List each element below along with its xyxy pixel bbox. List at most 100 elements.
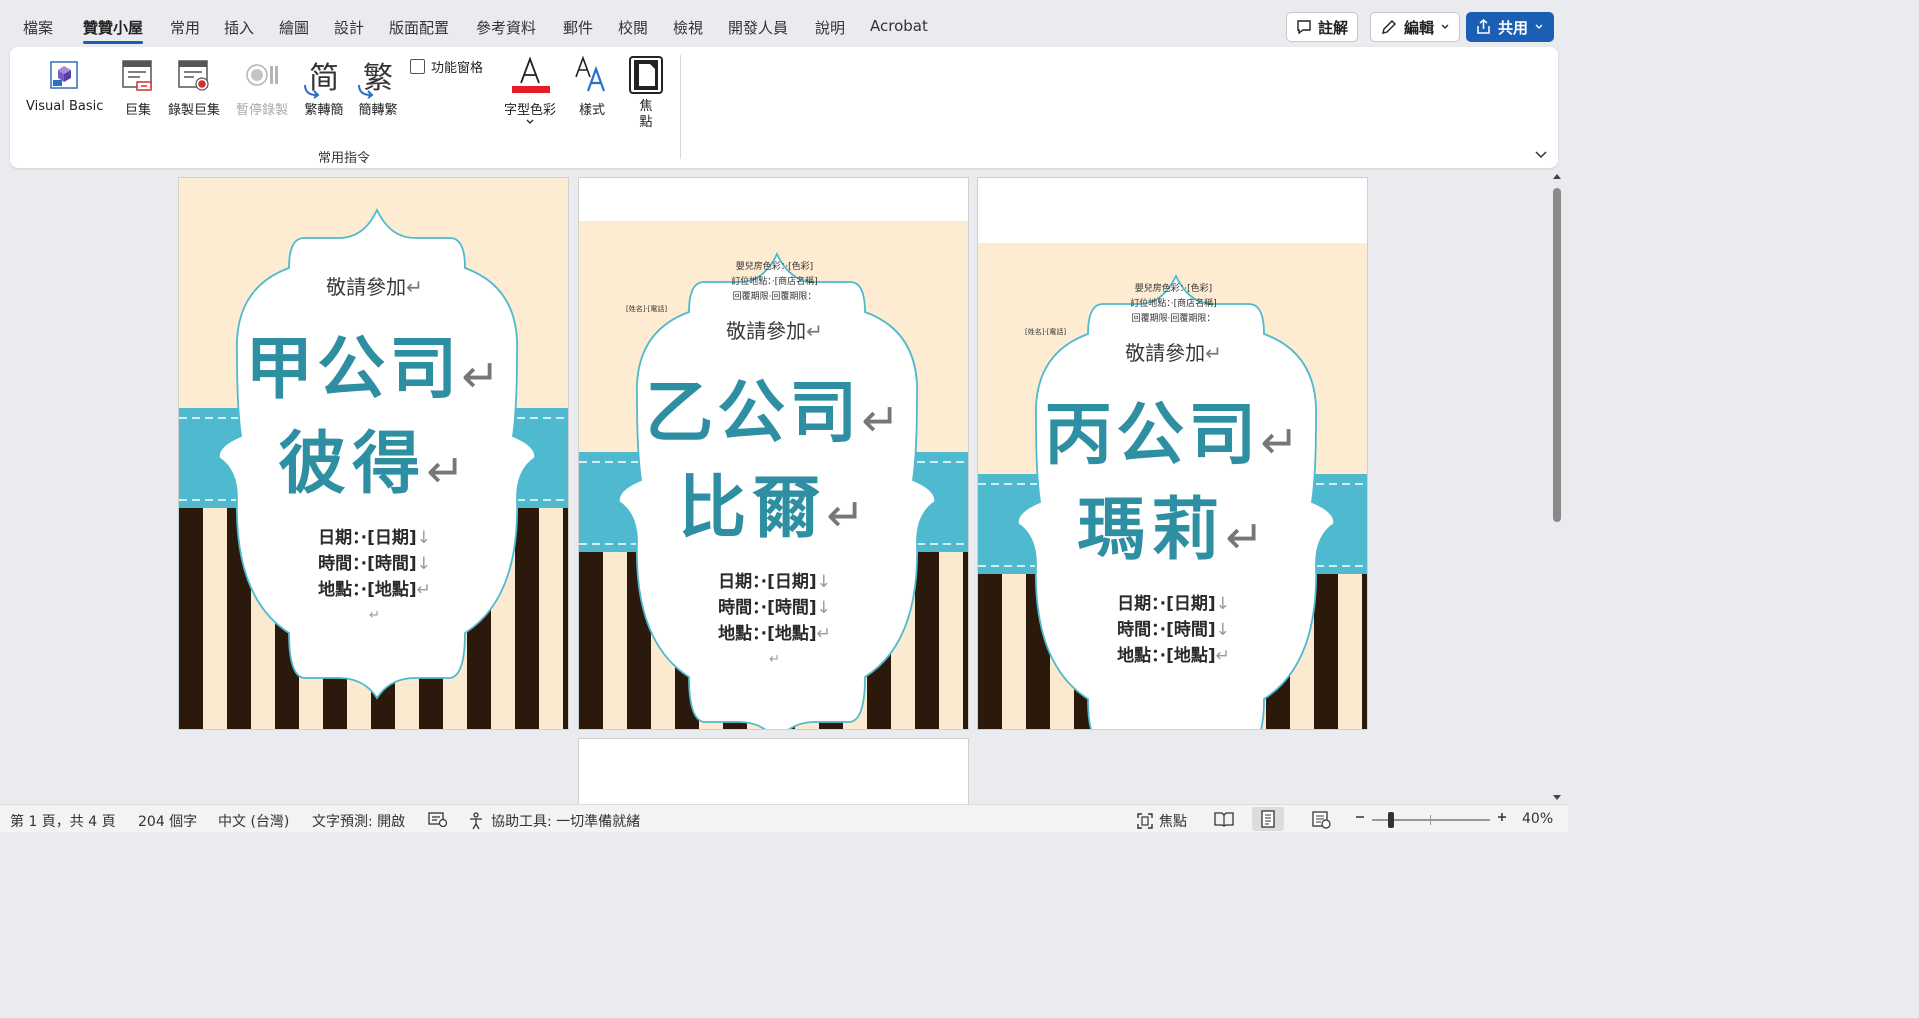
invite-text: 敬請參加↵	[579, 315, 968, 344]
ribbon-group-label: 常用指令	[318, 151, 371, 166]
chevron-down-icon	[1441, 24, 1449, 29]
accessibility-label: 協助工具: 一切準備就緒	[491, 814, 641, 830]
place-line: 地點：·[地點]↵	[978, 643, 1367, 669]
feature-pane-checkbox[interactable]: 功能窗格	[410, 57, 483, 76]
focus-icon	[626, 55, 666, 95]
tab-insert[interactable]: 插入	[224, 17, 254, 38]
status-language[interactable]: 中文 (台灣)	[218, 811, 289, 831]
line-break-mark: ↓	[1215, 594, 1230, 614]
small-info-block: 嬰兒房色彩：·[色彩] 訂位地點：·[商店名稱] 回覆期限·回覆期限：	[579, 260, 968, 305]
macros-label: 巨集	[124, 103, 151, 118]
guest-name: 瑪莉↵	[978, 474, 1367, 573]
trad-to-simp-label: 繁轉簡	[304, 103, 344, 118]
share-label: 共用	[1498, 18, 1529, 37]
document-page-1[interactable]: 敬請參加↵ 甲公司↵ 彼得↵ 日期：·[日期]↓ 時間：·[時間]↓ 地點：·[…	[178, 177, 569, 730]
place-text: 地點：·[地點]	[718, 624, 817, 644]
record-macro-button[interactable]: 錄製巨集	[168, 55, 220, 118]
date-text: 日期：·[日期]	[318, 528, 417, 548]
company-label: 乙公司	[645, 374, 862, 453]
status-text-prediction[interactable]: 文字預測: 開啟	[312, 811, 405, 831]
ribbon-panel: Visual Basic 巨集 錄製巨集 暫停錄製 简 繁轉簡 繁 簡轉繁 功能…	[10, 47, 1558, 168]
pause-recording-icon	[242, 55, 282, 95]
feature-pane-label: 功能窗格	[431, 61, 484, 76]
zoom-out-icon[interactable]	[1354, 811, 1366, 823]
return-mark: ↵	[806, 319, 823, 343]
side-label: [姓名]·[電話]	[626, 305, 668, 313]
ribbon-separator	[680, 55, 681, 159]
focus-mode-icon	[1137, 813, 1153, 829]
checkbox-box[interactable]	[410, 59, 425, 74]
focus-label-line2: 點	[639, 115, 653, 130]
status-word-count[interactable]: 204 個字	[138, 811, 197, 831]
tab-layout[interactable]: 版面配置	[389, 17, 449, 38]
status-page-count[interactable]: 第 1 頁，共 4 頁	[10, 811, 116, 831]
time-line: 時間：·[時間]↓	[179, 551, 568, 577]
vertical-scrollbar[interactable]	[1550, 172, 1564, 802]
comment-icon	[1297, 20, 1311, 35]
font-color-button[interactable]: 字型色彩	[504, 55, 556, 126]
return-mark: ↵	[1225, 510, 1270, 564]
read-mode-icon[interactable]	[1214, 811, 1234, 827]
return-mark: ↵	[816, 624, 831, 644]
return-mark: ↵	[1205, 341, 1222, 365]
styles-button[interactable]: 樣式	[572, 55, 612, 118]
focus-label-line1: 焦	[639, 99, 653, 114]
event-details: 日期：·[日期]↓ 時間：·[時間]↓ 地點：·[地點]↵ ↵	[179, 525, 568, 629]
tab-acrobat[interactable]: Acrobat	[870, 17, 928, 35]
status-focus-button[interactable]: 焦點	[1136, 811, 1187, 831]
tab-developer[interactable]: 開發人員	[728, 17, 788, 38]
event-details: 日期：·[日期]↓ 時間：·[時間]↓ 地點：·[地點]↵ ↵	[579, 569, 968, 673]
share-button[interactable]: 共用	[1466, 12, 1555, 42]
zoom-slider-midmark	[1430, 815, 1431, 825]
return-mark: ↵	[426, 444, 471, 498]
return-mark: ↵	[861, 393, 904, 447]
tab-file[interactable]: 檔案	[23, 17, 53, 38]
tab-zanzan[interactable]: 贊贊小屋	[83, 17, 144, 44]
simp-to-trad-label: 簡轉繁	[358, 103, 398, 118]
place-line: 地點：·[地點]↵	[179, 577, 568, 603]
document-page-4[interactable]	[578, 738, 969, 804]
zoom-in-icon[interactable]	[1496, 811, 1508, 823]
small-info-line-3: 回覆期限·回覆期限：	[732, 292, 817, 302]
scroll-down-icon[interactable]	[1552, 792, 1562, 802]
zoom-slider-thumb[interactable]	[1388, 812, 1395, 828]
tab-mailings[interactable]: 郵件	[563, 17, 593, 38]
status-accessibility[interactable]: 協助工具: 一切準備就緒	[468, 811, 640, 831]
chevron-down-icon	[1535, 24, 1543, 29]
guest-name: 比爾↵	[579, 452, 968, 551]
tab-draw[interactable]: 繪圖	[279, 17, 309, 38]
macro-record-status-icon[interactable]	[428, 811, 448, 827]
scroll-up-icon[interactable]	[1552, 172, 1562, 182]
styles-label: 樣式	[578, 103, 605, 118]
comments-label: 註解	[1318, 18, 1349, 37]
tab-review[interactable]: 校閱	[618, 17, 648, 38]
comments-button[interactable]: 註解	[1286, 12, 1359, 42]
ribbon-expand-icon[interactable]	[1534, 150, 1548, 160]
guest-name: 彼得↵	[179, 408, 568, 507]
tab-references[interactable]: 參考資料	[476, 17, 536, 38]
share-icon	[1477, 19, 1490, 34]
macros-button[interactable]: 巨集	[118, 55, 158, 118]
tab-view[interactable]: 檢視	[673, 17, 703, 38]
pause-recording-button[interactable]: 暫停錄製	[236, 55, 288, 118]
tab-help[interactable]: 說明	[815, 17, 845, 38]
web-layout-icon[interactable]	[1312, 811, 1332, 829]
scroll-thumb[interactable]	[1553, 188, 1561, 522]
document-page-2[interactable]: 嬰兒房色彩：·[色彩] 訂位地點：·[商店名稱] 回覆期限·回覆期限： [姓名]…	[578, 177, 969, 730]
tab-home[interactable]: 常用	[170, 17, 200, 38]
trad-to-simp-button[interactable]: 简 繁轉簡	[304, 55, 344, 118]
zoom-level[interactable]: 40%	[1522, 811, 1553, 827]
visual-basic-button[interactable]: Visual Basic	[26, 55, 103, 114]
focus-button[interactable]: 焦點	[626, 55, 666, 131]
editing-button[interactable]: 編輯	[1370, 12, 1461, 42]
print-layout-icon[interactable]	[1252, 807, 1284, 831]
line-break-mark: ↓	[416, 554, 431, 574]
document-page-3[interactable]: 嬰兒房色彩：·[色彩] 訂位地點：·[商店名稱] 回覆期限·回覆期限： [姓名]…	[977, 177, 1368, 730]
return-mark: ↵	[406, 275, 423, 299]
invite-text: 敬請參加↵	[978, 337, 1367, 366]
invite-text: 敬請參加↵	[179, 271, 568, 300]
styles-icon	[572, 55, 612, 95]
simp-to-trad-button[interactable]: 繁 簡轉繁	[358, 55, 398, 118]
tab-design[interactable]: 設計	[334, 17, 364, 38]
zoom-slider[interactable]	[1372, 812, 1490, 828]
